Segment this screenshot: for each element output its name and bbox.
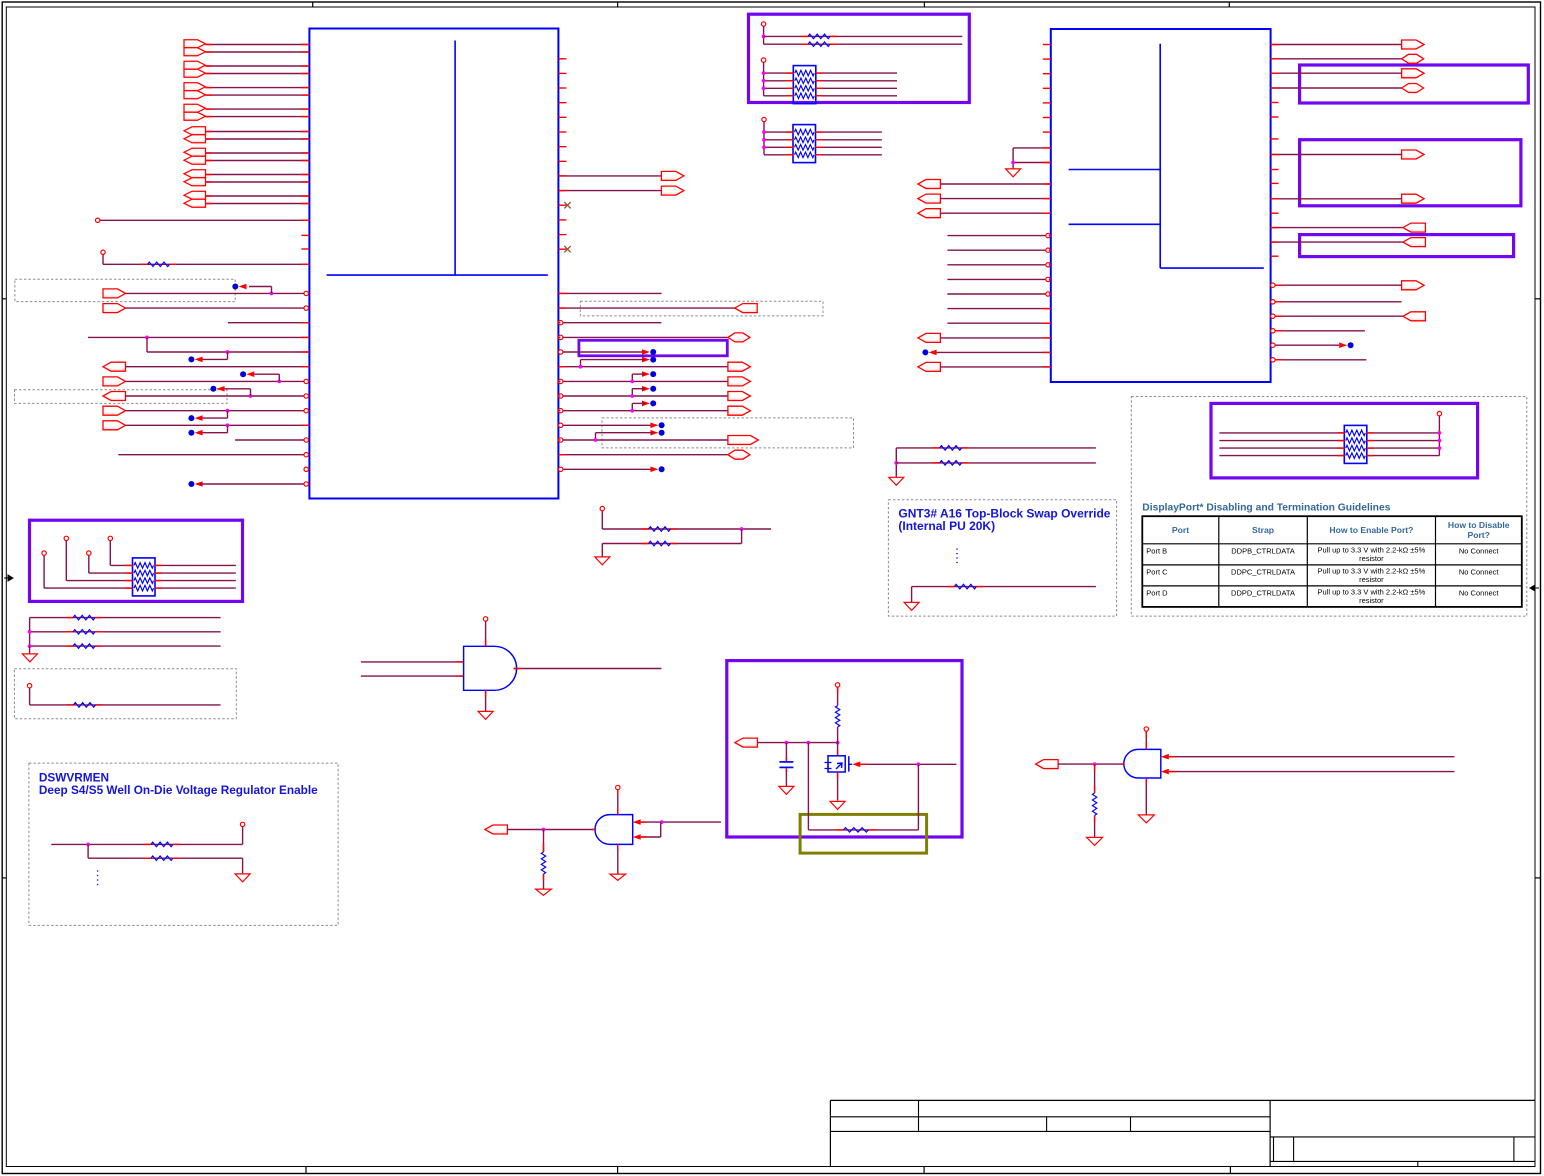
svg-text:No Connect: No Connect bbox=[1459, 546, 1500, 555]
svg-text:DDPB_CTRLDATA: DDPB_CTRLDATA bbox=[1231, 546, 1294, 555]
svg-text:Port D: Port D bbox=[1146, 588, 1168, 597]
svg-text:DDPC_CTRLDATA: DDPC_CTRLDATA bbox=[1231, 567, 1295, 576]
svg-text:How to Enable Port?: How to Enable Port? bbox=[1329, 525, 1413, 535]
svg-text:DDPD_CTRLDATA: DDPD_CTRLDATA bbox=[1231, 588, 1295, 597]
svg-text:resistor: resistor bbox=[1359, 596, 1384, 605]
svg-text:resistor: resistor bbox=[1359, 554, 1384, 563]
svg-text:Port C: Port C bbox=[1146, 567, 1168, 576]
svg-text:Port?: Port? bbox=[1467, 530, 1489, 540]
svg-text:How to Disable: How to Disable bbox=[1448, 520, 1510, 530]
svg-text:Port: Port bbox=[1172, 525, 1189, 535]
svg-text:Port B: Port B bbox=[1146, 546, 1167, 555]
svg-text:Strap: Strap bbox=[1252, 525, 1274, 535]
svg-text:No Connect: No Connect bbox=[1459, 567, 1500, 576]
svg-text:resistor: resistor bbox=[1359, 575, 1384, 584]
svg-text:Deep S4/S5 Well On-Die Voltage: Deep S4/S5 Well On-Die Voltage Regulator… bbox=[39, 783, 318, 797]
svg-text:No Connect: No Connect bbox=[1459, 588, 1500, 597]
svg-text:DisplayPort* Disabling and Ter: DisplayPort* Disabling and Termination G… bbox=[1142, 503, 1390, 514]
svg-text:(Internal PU 20K): (Internal PU 20K) bbox=[898, 519, 995, 533]
